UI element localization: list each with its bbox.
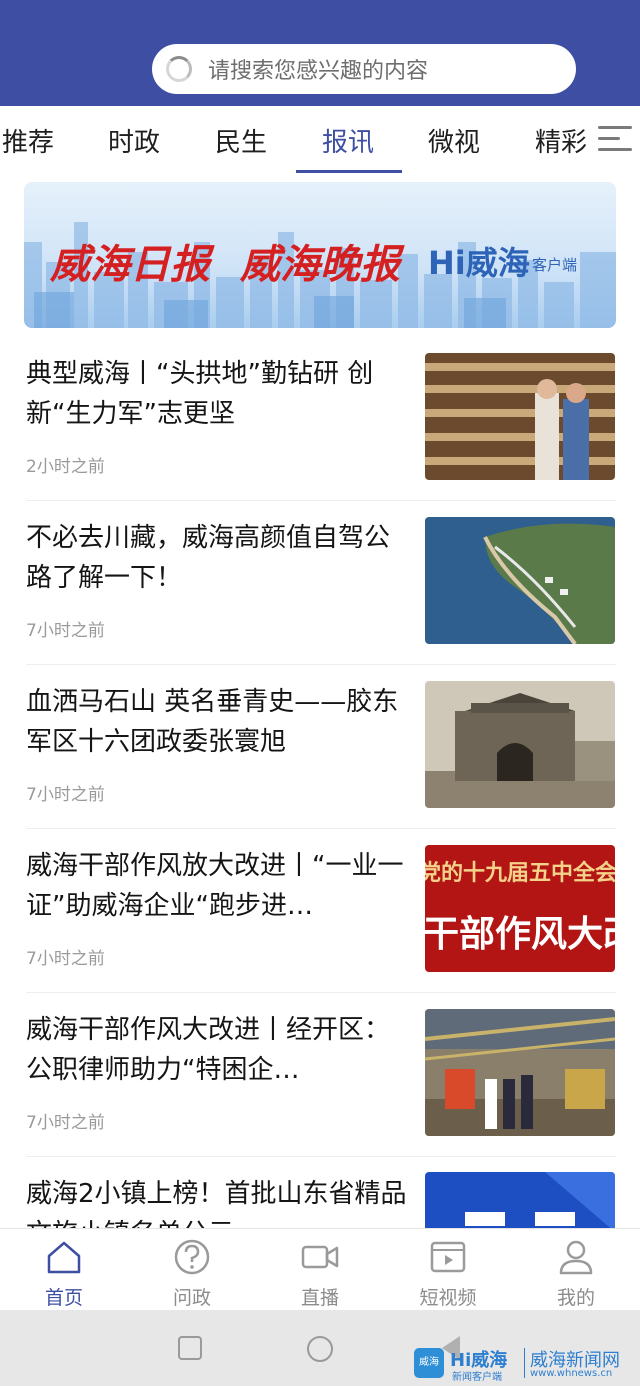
nav-inquiry-label: 问政 [172, 1287, 211, 1309]
divider [26, 664, 616, 665]
news-item[interactable]: 血洒马石山 英名垂青史——胶东军区十六团政委张寰旭 7小时之前 [0, 666, 640, 830]
tab-livelihood[interactable]: 民生 [215, 122, 267, 159]
news-thumbnail[interactable] [425, 353, 615, 480]
nav-short-video-label: 短视频 [419, 1287, 477, 1309]
news-time: 7小时之前 [26, 949, 105, 969]
news-title[interactable]: 威海干部作风大改进丨经开区：公职律师助力“特困企… [26, 1010, 412, 1090]
news-thumbnail[interactable] [425, 517, 615, 644]
news-thumbnail[interactable]: 党的十九届五中全会 干部作风大改 [425, 845, 615, 972]
tab-micro-video[interactable]: 微视 [428, 122, 480, 159]
banner-weihai-daily: 威海日报 [50, 241, 210, 288]
channel-tabs: 推荐 时政 民生 报讯 微视 精彩 [0, 106, 640, 174]
recent-apps-icon[interactable] [178, 1336, 202, 1360]
news-title[interactable]: 不必去川藏，威海高颜值自驾公路了解一下！ [26, 518, 412, 598]
divider [26, 828, 616, 829]
watermark-separator [524, 1348, 525, 1378]
live-camera-icon [301, 1245, 339, 1269]
home-icon [47, 1241, 81, 1274]
loading-spinner-icon [166, 56, 192, 82]
news-time: 7小时之前 [26, 785, 105, 805]
news-item[interactable]: 不必去川藏，威海高颜值自驾公路了解一下！ 7小时之前 [0, 502, 640, 666]
news-item[interactable]: 典型威海丨“头拱地”勤钻研 创新“生力军”志更坚 2小时之前 [0, 338, 640, 502]
divider [26, 500, 616, 501]
profile-icon [559, 1240, 593, 1275]
thumbnail-caption: 党的十九届五中全会 [425, 860, 615, 886]
banner-client: 客户端 [532, 256, 578, 274]
nav-live[interactable]: 直播 [270, 1237, 370, 1310]
nav-live-label: 直播 [300, 1287, 339, 1309]
news-item[interactable]: 威海干部作风放大改进丨“一业一证”助威海企业“跑步进… 7小时之前 党的十九届五… [0, 830, 640, 994]
bottom-navigation: 首页 问政 直播 短视频 我的 [0, 1228, 640, 1310]
news-item[interactable]: 威海干部作风大改进丨经开区：公职律师助力“特困企… 7小时之前 [0, 994, 640, 1158]
banner-weihai-evening: 威海晚报 [240, 241, 400, 288]
banner[interactable]: 威海日报 威海晚报 Hi威海 客户端 [24, 182, 616, 328]
nav-mine-label: 我的 [556, 1287, 595, 1309]
tab-politics[interactable]: 时政 [108, 122, 160, 159]
nav-inquiry[interactable]: 问政 [142, 1237, 242, 1310]
watermark-brand-sub: 新闻客户端 [452, 1372, 502, 1383]
search-placeholder[interactable]: 请搜索您感兴趣的内容 [208, 53, 428, 85]
news-title[interactable]: 威海2小镇上榜！首批山东省精品文旅小镇名单公示 [26, 1174, 412, 1228]
watermark-site-url: www.whnews.cn [530, 1368, 613, 1379]
news-time: 7小时之前 [26, 621, 105, 641]
nav-short-video[interactable]: 短视频 [398, 1237, 498, 1310]
nav-mine[interactable]: 我的 [526, 1237, 626, 1310]
news-title[interactable]: 血洒马石山 英名垂青史——胶东军区十六团政委张寰旭 [26, 682, 412, 762]
banner-hi-weihai: Hi威海 [428, 244, 530, 282]
news-time: 7小时之前 [26, 1113, 105, 1133]
watermark-logo: 威海 [414, 1348, 444, 1378]
tab-newspaper[interactable]: 报讯 [322, 122, 374, 159]
thumbnail-caption: 干部作风大改 [425, 913, 615, 955]
news-thumbnail[interactable] [425, 1172, 615, 1228]
watermark: 威海 Hi威海 新闻客户端 威海新闻网 www.whnews.cn [412, 1344, 640, 1384]
news-time: 2小时之前 [26, 457, 105, 477]
nav-home-label: 首页 [44, 1287, 83, 1309]
search-bar[interactable]: 请搜索您感兴趣的内容 [152, 44, 576, 94]
divider [26, 1156, 616, 1157]
news-item[interactable]: 威海2小镇上榜！首批山东省精品文旅小镇名单公示 [0, 1158, 640, 1228]
question-icon [174, 1239, 210, 1275]
app-header: 请搜索您感兴趣的内容 [0, 0, 640, 106]
news-title[interactable]: 威海干部作风放大改进丨“一业一证”助威海企业“跑步进… [26, 846, 412, 926]
tab-highlights[interactable]: 精彩 [535, 122, 587, 159]
active-tab-indicator [296, 170, 402, 173]
home-circle-icon[interactable] [307, 1336, 333, 1362]
nav-home[interactable]: 首页 [14, 1237, 114, 1310]
divider [26, 992, 616, 993]
menu-icon[interactable] [598, 126, 632, 154]
news-thumbnail[interactable] [425, 681, 615, 808]
short-video-icon [430, 1241, 466, 1273]
tab-recommend[interactable]: 推荐 [2, 122, 54, 159]
news-thumbnail[interactable] [425, 1009, 615, 1136]
news-title[interactable]: 典型威海丨“头拱地”勤钻研 创新“生力军”志更坚 [26, 354, 412, 434]
